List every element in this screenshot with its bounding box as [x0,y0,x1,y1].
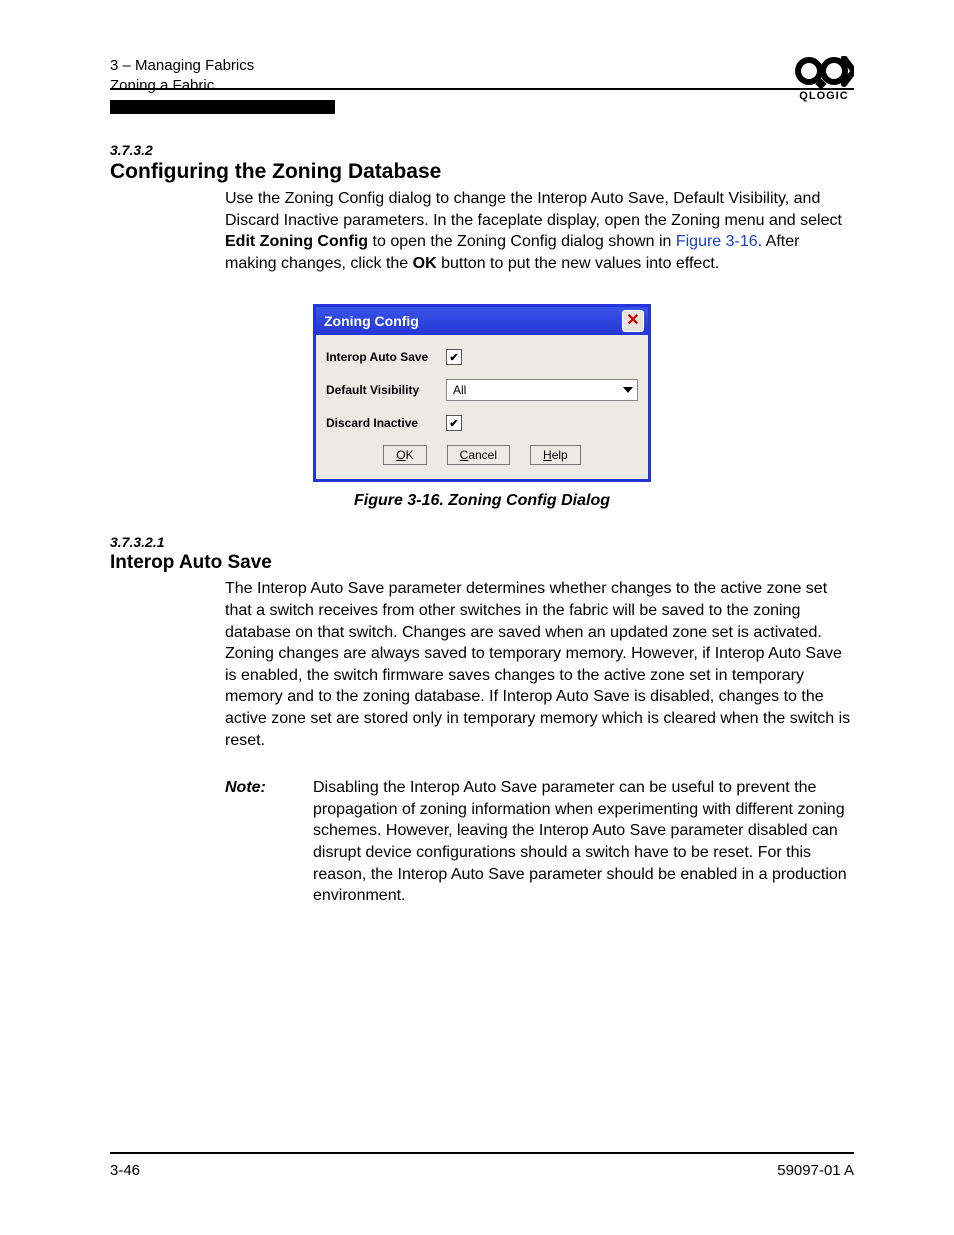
note-label: Note: [225,777,313,907]
section-paragraph: Use the Zoning Config dialog to change t… [225,188,854,274]
btn-text: ancel [468,448,497,462]
btn-text: elp [552,448,568,462]
row-default-visibility: Default Visibility All [326,379,638,401]
note-block: Note: Disabling the Interop Auto Save pa… [225,777,854,907]
page-header: 3 – Managing Fabrics Zoning a Fabric QLO… [110,56,854,102]
label-discard-inactive: Discard Inactive [326,416,446,430]
figure-caption: Figure 3-16. Zoning Config Dialog [110,492,854,510]
dialog-body: Interop Auto Save ✔ Default Visibility A… [316,335,648,479]
section-number: 3.7.3.2 [110,142,854,158]
mnemonic: H [543,448,552,462]
close-icon[interactable]: ✕ [622,310,644,332]
btn-text: K [406,448,414,462]
figure-container: Zoning Config ✕ Interop Auto Save ✔ Defa… [110,304,854,482]
qlogic-logo-icon [794,56,854,90]
cancel-button[interactable]: Cancel [447,445,510,465]
zoning-config-dialog: Zoning Config ✕ Interop Auto Save ✔ Defa… [313,304,651,482]
dialog-titlebar: Zoning Config ✕ [316,307,648,335]
header-black-bar [110,100,335,114]
subsection-paragraph: The Interop Auto Save parameter determin… [225,578,854,751]
dialog-title: Zoning Config [324,313,419,329]
check-mark-icon: ✔ [449,417,458,430]
qlogic-logo: QLOGIC [794,56,854,102]
dialog-button-row: OK Cancel Help [326,445,638,465]
ok-button[interactable]: OK [383,445,426,465]
section-title: Configuring the Zoning Database [110,160,854,184]
para-text: to open the Zoning Config dialog shown i… [368,233,676,250]
dropdown-value: All [453,383,466,397]
page-footer: 3-46 59097-01 A [110,1152,854,1179]
section-line: Zoning a Fabric [110,76,254,96]
chapter-line: 3 – Managing Fabrics [110,56,254,76]
checkbox-interop-auto-save[interactable]: ✔ [446,349,462,365]
dropdown-default-visibility[interactable]: All [446,379,638,401]
subsection-title: Interop Auto Save [110,552,854,574]
row-discard-inactive: Discard Inactive ✔ [326,415,638,431]
header-breadcrumb: 3 – Managing Fabrics Zoning a Fabric [110,56,254,97]
checkbox-discard-inactive[interactable]: ✔ [446,415,462,431]
note-text: Disabling the Interop Auto Save paramete… [313,777,854,907]
figure-link[interactable]: Figure 3-16 [676,233,758,250]
label-interop-auto-save: Interop Auto Save [326,350,446,364]
row-interop-auto-save: Interop Auto Save ✔ [326,349,638,365]
document-id: 59097-01 A [777,1162,854,1179]
para-bold-ok: OK [413,255,437,272]
check-mark-icon: ✔ [449,351,458,364]
page-number: 3-46 [110,1162,140,1179]
para-text: Use the Zoning Config dialog to change t… [225,190,842,229]
logo-text: QLOGIC [794,90,854,102]
subsection-number: 3.7.3.2.1 [110,534,854,550]
subsection: 3.7.3.2.1 Interop Auto Save The Interop … [110,534,854,751]
para-text: button to put the new values into effect… [437,255,720,272]
help-button[interactable]: Help [530,445,581,465]
chevron-down-icon [623,387,633,393]
label-default-visibility: Default Visibility [326,383,446,397]
para-bold-edit-zoning: Edit Zoning Config [225,233,368,250]
mnemonic: O [396,448,405,462]
